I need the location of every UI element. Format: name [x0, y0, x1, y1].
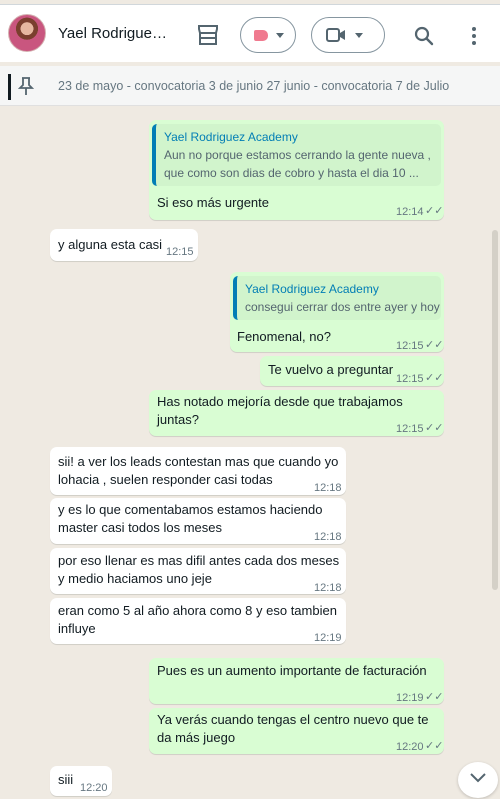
- chevron-down-icon: [276, 33, 284, 38]
- chat-header: Yael Rodriguez Academy: [0, 4, 500, 62]
- quoted-message[interactable]: Yael Rodriguez Academy Aun no porque est…: [152, 124, 441, 186]
- message-time: 12:19: [396, 692, 424, 704]
- message-bubble-outgoing[interactable]: Yael Rodriguez Academy consegui cerrar d…: [230, 272, 444, 352]
- message-time: 12:19: [314, 632, 342, 644]
- message-text: Pues es un aumento importante de factura…: [157, 663, 427, 678]
- label-button[interactable]: [240, 17, 296, 53]
- message-text: eran como 5 al año ahora como 8 y eso ta…: [58, 603, 337, 636]
- quoted-text: consegui cerrar dos entre ayer y hoy: [245, 300, 440, 314]
- message-bubble-outgoing[interactable]: Pues es un aumento importante de factura…: [149, 658, 444, 704]
- quoted-author: Yael Rodriguez Academy: [164, 130, 298, 144]
- message-bubble-incoming[interactable]: por eso llenar es mas difil antes cada d…: [50, 548, 346, 594]
- message-time: 12:18: [314, 482, 342, 494]
- video-call-button[interactable]: [311, 17, 385, 53]
- message-time: 12:15: [396, 373, 424, 385]
- store-icon[interactable]: [196, 24, 220, 46]
- search-icon[interactable]: [413, 25, 435, 47]
- read-ticks-icon: ✓✓: [425, 205, 444, 217]
- message-text: y alguna esta casi: [58, 237, 163, 252]
- message-bubble-incoming[interactable]: siii 12:20: [50, 766, 112, 796]
- scrollbar[interactable]: [492, 230, 498, 590]
- message-bubble-incoming[interactable]: y es lo que comentabamos estamos haciend…: [50, 498, 346, 544]
- message-bubble-outgoing[interactable]: Has notado mejoría desde que trabajamos …: [149, 390, 444, 436]
- message-text: sii! a ver los leads contestan mas que c…: [58, 454, 339, 487]
- quoted-author: Yael Rodriguez Academy: [245, 282, 379, 296]
- message-time: 12:18: [314, 582, 342, 594]
- menu-icon[interactable]: [468, 25, 480, 47]
- read-ticks-icon: ✓✓: [425, 691, 444, 703]
- message-bubble-outgoing[interactable]: Yael Rodriguez Academy Aun no porque est…: [149, 120, 444, 220]
- message-text: por eso llenar es mas difil antes cada d…: [58, 553, 340, 586]
- label-icon: [254, 30, 268, 41]
- pinned-indicator: [8, 74, 11, 100]
- message-bubble-incoming[interactable]: eran como 5 al año ahora como 8 y eso ta…: [50, 598, 346, 644]
- read-ticks-icon: ✓✓: [425, 339, 444, 351]
- read-ticks-icon: ✓✓: [425, 372, 444, 384]
- message-time: 12:18: [314, 531, 342, 543]
- chevron-down-icon: [355, 33, 363, 38]
- message-bubble-outgoing[interactable]: Ya verás cuando tengas el centro nuevo q…: [149, 708, 444, 754]
- read-ticks-icon: ✓✓: [425, 740, 444, 752]
- message-text: Te vuelvo a preguntar: [268, 362, 394, 377]
- pinned-message-text: 23 de mayo - convocatoria 3 de junio 27 …: [58, 79, 450, 93]
- pinned-message-bar[interactable]: 23 de mayo - convocatoria 3 de junio 27 …: [0, 66, 500, 106]
- message-bubble-incoming[interactable]: y alguna esta casi 12:15: [50, 229, 198, 261]
- message-text: Ya verás cuando tengas el centro nuevo q…: [157, 712, 429, 745]
- message-time: 12:14: [396, 206, 424, 218]
- message-bubble-incoming[interactable]: sii! a ver los leads contestan mas que c…: [50, 447, 346, 495]
- message-time: 12:15: [396, 423, 424, 435]
- message-time: 12:20: [80, 782, 108, 794]
- message-time: 12:15: [396, 340, 424, 352]
- quoted-message[interactable]: Yael Rodriguez Academy consegui cerrar d…: [233, 276, 441, 320]
- message-bubble-outgoing[interactable]: Te vuelvo a preguntar 12:15 ✓✓: [260, 356, 444, 386]
- message-text: Si eso más urgente: [157, 195, 270, 210]
- pin-icon: [17, 76, 35, 96]
- quoted-text: Aun no porque estamos cerrando la gente …: [164, 148, 431, 180]
- message-text: Has notado mejoría desde que trabajamos …: [157, 394, 403, 427]
- message-text: y es lo que comentabamos estamos haciend…: [58, 502, 323, 535]
- contact-avatar[interactable]: [8, 14, 46, 52]
- read-ticks-icon: ✓✓: [425, 422, 444, 434]
- video-call-icon: [326, 28, 346, 47]
- chevron-down-icon: [469, 771, 487, 789]
- message-text: Fenomenal, no?: [237, 329, 331, 344]
- contact-name[interactable]: Yael Rodriguez Academy: [58, 25, 170, 42]
- message-time: 12:20: [396, 741, 424, 753]
- message-time: 12:15: [166, 246, 194, 258]
- scroll-to-bottom-button[interactable]: [458, 762, 498, 798]
- message-text: siii: [58, 772, 74, 787]
